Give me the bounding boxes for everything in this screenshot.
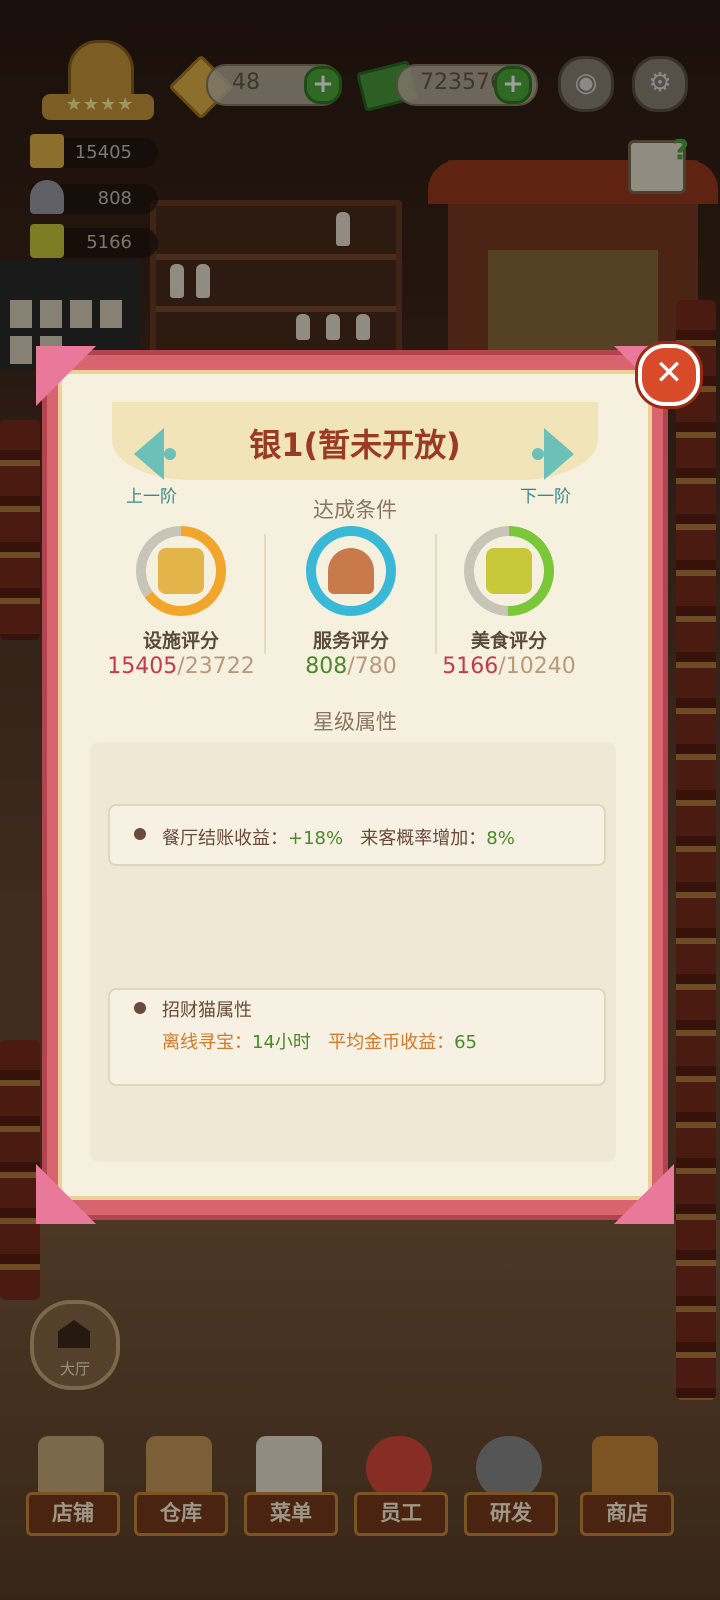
food-icon xyxy=(486,548,532,594)
conditions-header: 达成条件 xyxy=(313,498,397,522)
close-icon: ✕ xyxy=(654,353,684,393)
restaurant-bonus-card: 餐厅结账收益：+18% 来客概率增加：8% xyxy=(108,804,606,866)
star-rank-dialog: ✕ 银1(暂未开放) 上一阶 下一阶 达成条件 设施评分 15405/23722… xyxy=(36,344,700,1224)
service-icon xyxy=(328,548,374,594)
arrow-left-icon xyxy=(134,428,164,480)
close-button[interactable]: ✕ xyxy=(638,344,700,406)
lucky-cat-line: 离线寻宝：14小时 平均金币收益：65 xyxy=(162,1032,477,1053)
star-attr-header: 星级属性 xyxy=(313,710,397,734)
facility-icon xyxy=(158,548,204,594)
next-rank-button[interactable] xyxy=(530,428,574,480)
lucky-cat-card: 招财猫属性 离线寻宝：14小时 平均金币收益：65 xyxy=(108,988,606,1086)
prev-rank-button[interactable] xyxy=(134,428,178,480)
arrow-right-icon xyxy=(544,428,574,480)
lucky-cat-title: 招财猫属性 xyxy=(162,1000,252,1021)
facility-progress-ring xyxy=(136,526,226,616)
service-progress-ring xyxy=(306,526,396,616)
food-progress-ring xyxy=(464,526,554,616)
bonus-line: 餐厅结账收益：+18% 来客概率增加：8% xyxy=(162,828,515,849)
